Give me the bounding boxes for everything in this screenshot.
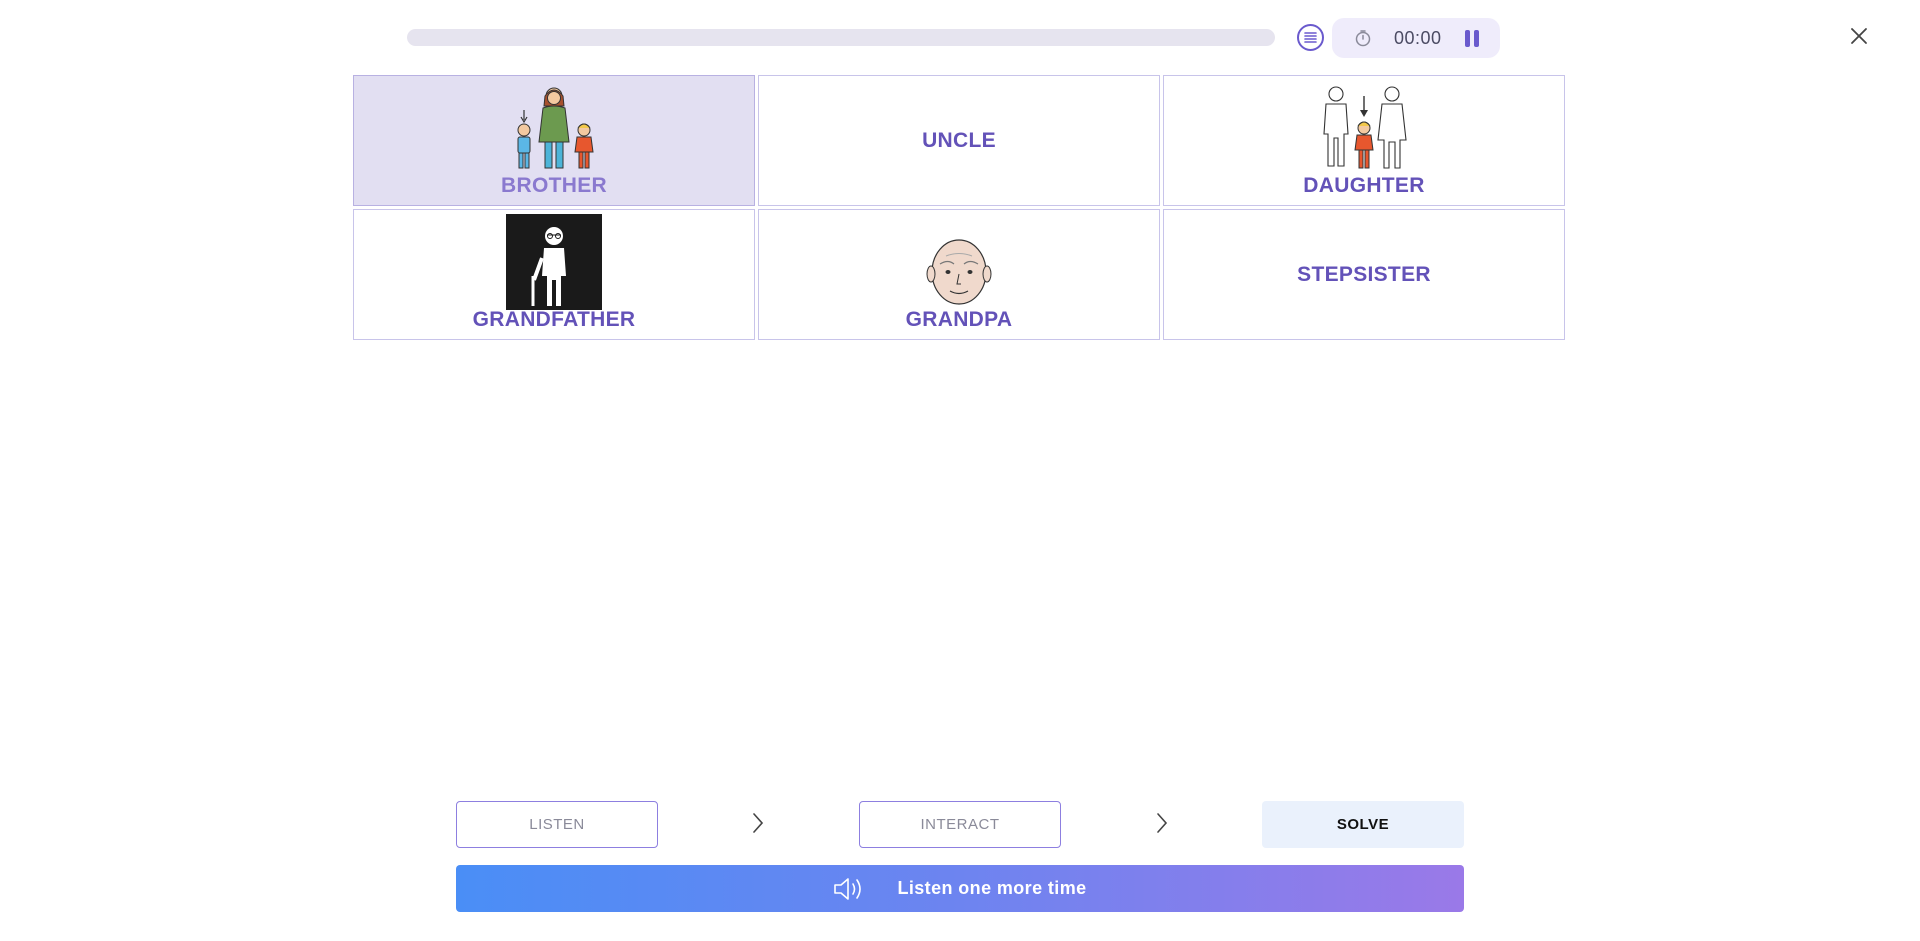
exercise-screen: 00:00 BROTHER UNCLE DAUGHTER GRANDFATHER…: [0, 0, 1920, 941]
timer-value: 00:00: [1394, 27, 1442, 48]
timer: 00:00: [1332, 18, 1500, 58]
answer-grid: BROTHER UNCLE DAUGHTER GRANDFATHER GRAND…: [353, 75, 1567, 340]
answer-word: GRANDFATHER: [472, 307, 636, 331]
answer-word: GRANDPA: [905, 307, 1013, 331]
answer-word: BROTHER: [501, 173, 607, 197]
answer-card[interactable]: UNCLE: [758, 75, 1160, 206]
answer-word: STEPSISTER: [1297, 262, 1431, 286]
answer-card[interactable]: BROTHER: [353, 75, 755, 206]
chevron-right-icon: [1152, 810, 1172, 836]
pause-icon[interactable]: [1462, 28, 1482, 48]
answer-word: UNCLE: [922, 128, 996, 152]
answer-card[interactable]: DAUGHTER: [1163, 75, 1565, 206]
list-icon[interactable]: [1297, 24, 1324, 51]
listen-again-label: Listen one more time: [897, 878, 1087, 898]
old-man-face-icon: [926, 218, 992, 306]
answer-word: DAUGHTER: [1303, 173, 1425, 197]
family-mother-children-icon: [509, 84, 599, 172]
answer-card[interactable]: GRANDFATHER: [353, 209, 755, 340]
speaker-icon: [833, 876, 865, 902]
listen-again-button[interactable]: Listen one more time: [456, 865, 1464, 912]
stopwatch-icon: [1354, 29, 1372, 47]
parents-daughter-icon: [1318, 84, 1410, 172]
interact-step-button[interactable]: INTERACT: [859, 801, 1061, 848]
solve-button[interactable]: SOLVE: [1262, 801, 1464, 848]
chevron-right-icon: [748, 810, 768, 836]
listen-step-button[interactable]: LISTEN: [456, 801, 658, 848]
answer-card[interactable]: GRANDPA: [758, 209, 1160, 340]
answer-card[interactable]: STEPSISTER: [1163, 209, 1565, 340]
progress-bar: [407, 29, 1275, 46]
close-icon[interactable]: [1845, 22, 1873, 50]
old-man-cane-icon: [506, 213, 602, 310]
